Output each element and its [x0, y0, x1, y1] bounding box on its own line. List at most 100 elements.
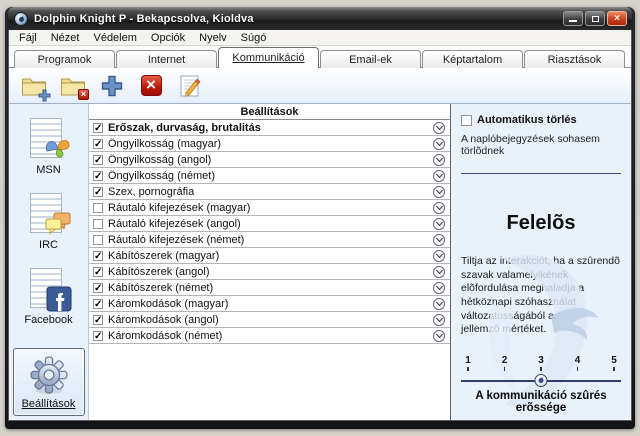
add-icon: [100, 74, 124, 98]
row-checkbox[interactable]: [93, 299, 103, 309]
separator: [461, 173, 621, 174]
list-row: Ráutaló kifejezések (angol): [89, 216, 450, 232]
row-label: Szex, pornográfia: [108, 186, 194, 198]
tab[interactable]: Email-ek: [320, 50, 421, 68]
row-expand-button[interactable]: [433, 186, 445, 198]
tab[interactable]: Kommunikáció: [218, 47, 319, 68]
menu-item[interactable]: Nyelv: [192, 31, 234, 45]
row-checkbox[interactable]: [93, 251, 103, 261]
row-expand-button[interactable]: [433, 282, 445, 294]
list-row: Erőszak, durvaság, brutalitás: [89, 120, 450, 136]
row-checkbox[interactable]: [93, 155, 103, 165]
row-checkbox[interactable]: [93, 283, 103, 293]
list-row: Ráutaló kifejezések (magyar): [89, 200, 450, 216]
facebook-icon: [46, 286, 72, 312]
sidebar-item-facebook[interactable]: Facebook: [24, 268, 72, 326]
auto-delete-label: Automatikus törlés: [477, 114, 577, 126]
row-expand-button[interactable]: [433, 170, 445, 182]
settings-rows: Erőszak, durvaság, brutalitás Öngyilkoss…: [89, 120, 450, 344]
menu-item[interactable]: Opciók: [144, 31, 192, 45]
x-badge-icon: ×: [78, 89, 89, 100]
tab[interactable]: Képtartalom: [422, 50, 523, 68]
row-expand-button[interactable]: [433, 250, 445, 262]
row-checkbox[interactable]: [93, 331, 103, 341]
main-content: MSN IRC: [9, 104, 631, 420]
tick-mark: [467, 367, 469, 371]
menu-item[interactable]: Fájl: [12, 31, 44, 45]
chevron-down-icon: [435, 187, 442, 194]
auto-delete-checkbox[interactable]: [461, 115, 472, 126]
tab[interactable]: Riasztások: [524, 50, 625, 68]
row-checkbox[interactable]: [93, 123, 103, 133]
auto-delete-note: A naplóbejegyzések sohasem törlõdnek: [461, 133, 621, 157]
row-label: Káromkodások (magyar): [108, 298, 228, 310]
remove-button[interactable]: ×: [136, 72, 166, 100]
row-checkbox[interactable]: [93, 187, 103, 197]
row-expand-button[interactable]: [433, 138, 445, 150]
list-row: Kábítószerek (angol): [89, 264, 450, 280]
row-label: Öngyilkosság (angol): [108, 154, 211, 166]
slider-thumb[interactable]: [535, 374, 548, 387]
tick-mark: [504, 367, 506, 371]
slider-tick: 1: [463, 355, 473, 371]
edit-button[interactable]: [175, 72, 205, 100]
row-expand-button[interactable]: [433, 122, 445, 134]
msn-butterfly-icon: [44, 136, 72, 162]
tick-mark: [577, 367, 579, 371]
settings-list-panel: Beállítások Erőszak, durvaság, brutalitá…: [89, 104, 451, 420]
menu-item[interactable]: Védelem: [86, 31, 143, 45]
row-expand-button[interactable]: [433, 234, 445, 246]
sidebar-item-msn[interactable]: MSN: [26, 118, 72, 176]
chevron-down-icon: [435, 251, 442, 258]
menu-item[interactable]: Súgó: [234, 31, 274, 45]
slider-tick: 2: [500, 355, 510, 371]
add-folder-button[interactable]: [19, 72, 49, 100]
row-label: Erőszak, durvaság, brutalitás: [108, 122, 261, 134]
remove-icon: ×: [141, 75, 162, 96]
chevron-down-icon: [435, 299, 442, 306]
chevron-down-icon: [435, 283, 442, 290]
slider-caption: A kommunikáció szûrés erõssége: [461, 390, 621, 414]
row-checkbox[interactable]: [93, 219, 103, 229]
tab[interactable]: Programok: [14, 50, 115, 68]
row-checkbox[interactable]: [93, 171, 103, 181]
row-checkbox[interactable]: [93, 139, 103, 149]
row-label: Ráutaló kifejezések (német): [108, 234, 244, 246]
list-header: Beállítások: [89, 104, 450, 120]
panel-heading: Felelõs: [461, 212, 621, 235]
row-label: Ráutaló kifejezések (angol): [108, 218, 241, 230]
row-expand-button[interactable]: [433, 154, 445, 166]
gear-icon: [28, 354, 70, 396]
sidebar-item-settings[interactable]: Beállítások: [13, 348, 85, 416]
sidebar-item-label: Facebook: [24, 314, 72, 326]
sidebar-item-irc[interactable]: IRC: [26, 193, 72, 251]
close-button[interactable]: ×: [607, 11, 627, 26]
add-button[interactable]: [97, 72, 127, 100]
row-expand-button[interactable]: [433, 330, 445, 342]
row-checkbox[interactable]: [93, 235, 103, 245]
row-checkbox[interactable]: [93, 203, 103, 213]
list-row: Káromkodások (német): [89, 328, 450, 344]
row-expand-button[interactable]: [433, 218, 445, 230]
chevron-down-icon: [435, 203, 442, 210]
row-expand-button[interactable]: [433, 298, 445, 310]
maximize-button[interactable]: [585, 11, 605, 26]
window-title: Dolphin Knight P - Bekapcsolva, Kioldva: [34, 13, 563, 25]
irc-chat-icon: [44, 211, 72, 237]
auto-delete-row: Automatikus törlés: [461, 114, 621, 126]
maximize-icon: [592, 16, 599, 22]
row-label: Káromkodások (angol): [108, 314, 219, 326]
row-checkbox[interactable]: [93, 315, 103, 325]
row-checkbox[interactable]: [93, 267, 103, 277]
minimize-button[interactable]: [563, 11, 583, 26]
sidebar-item-label: Beállítások: [22, 398, 76, 410]
tab[interactable]: Internet: [116, 50, 217, 68]
list-row: Öngyilkosság (német): [89, 168, 450, 184]
row-expand-button[interactable]: [433, 314, 445, 326]
minimize-icon: [569, 20, 577, 22]
row-expand-button[interactable]: [433, 202, 445, 214]
row-expand-button[interactable]: [433, 266, 445, 278]
slider-tick: 3: [536, 355, 546, 371]
remove-folder-button[interactable]: ×: [58, 72, 88, 100]
menu-item[interactable]: Nézet: [44, 31, 87, 45]
